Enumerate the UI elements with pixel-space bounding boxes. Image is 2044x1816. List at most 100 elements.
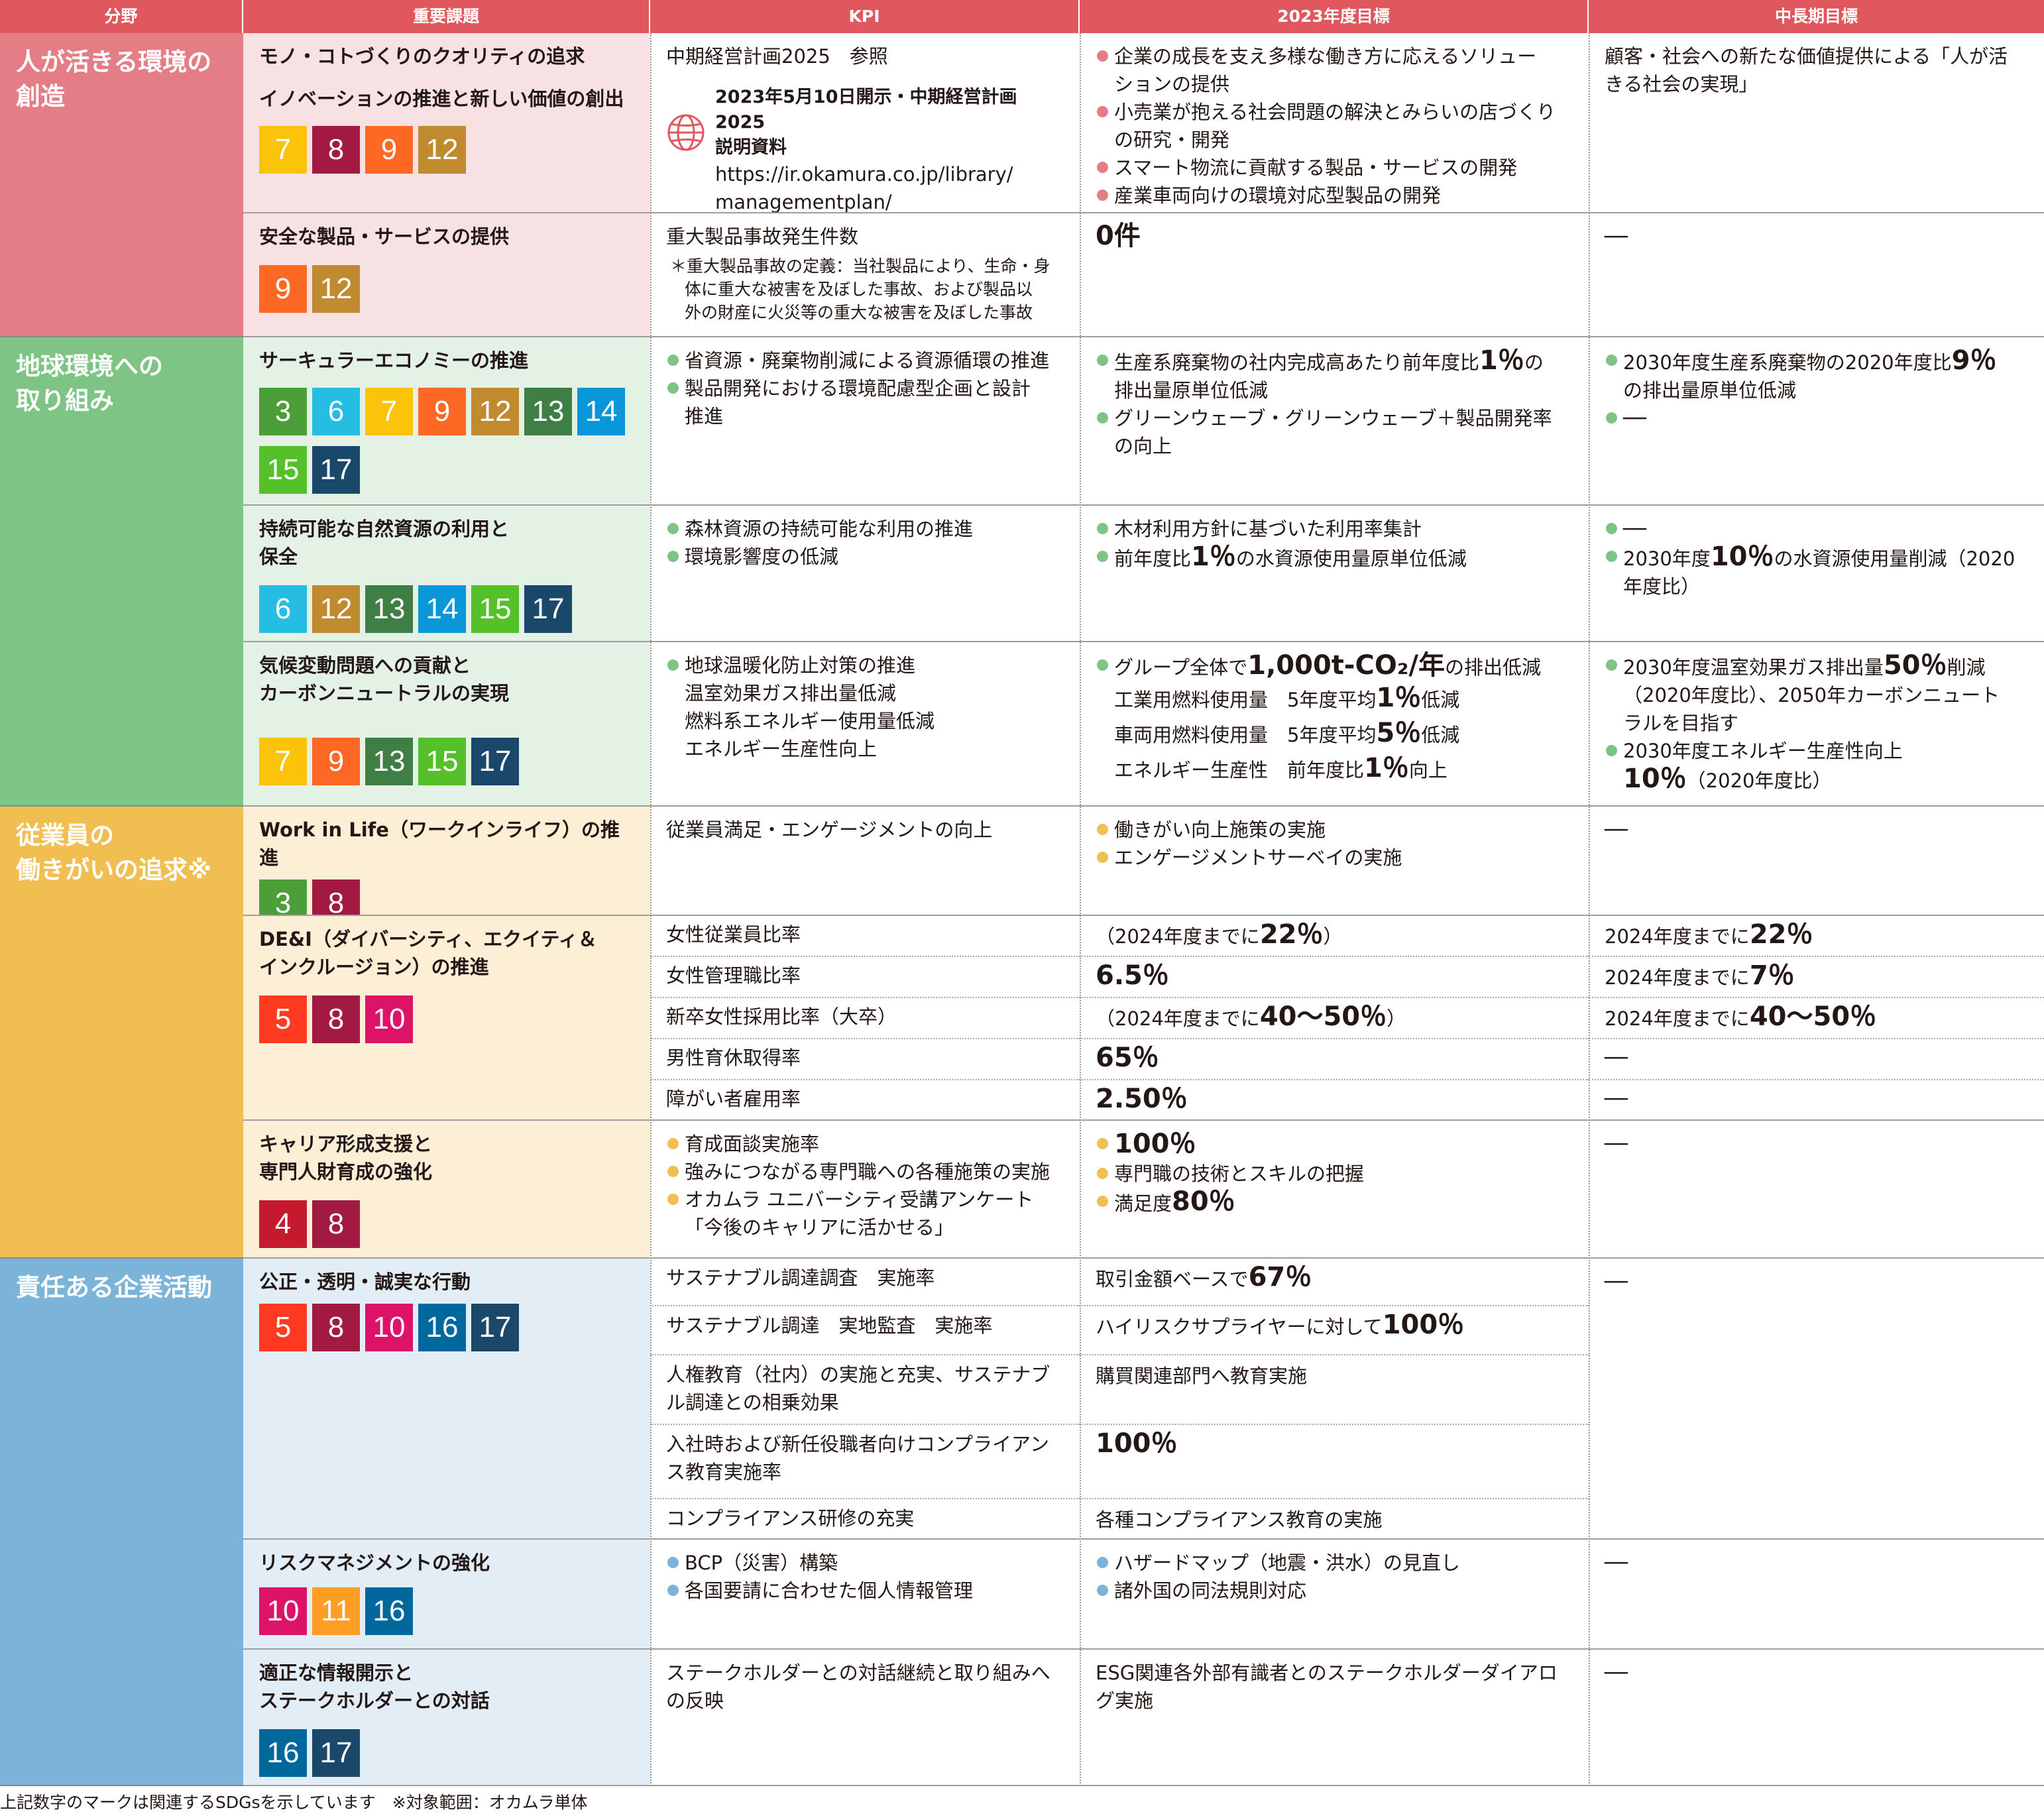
sdg-4-icon: 4 [259, 1200, 307, 1248]
bullet-icon [667, 1585, 679, 1596]
long-text: 2024年度までに [1605, 925, 1750, 948]
list-item-text: 育成面談実施率 [685, 1133, 820, 1155]
kpi-cell: 地球温暖化防止対策の推進 温室効果ガス排出量低減 燃料系エネルギー使用量低減 エ… [650, 642, 1080, 807]
topic-title: イノベーションの推進と新しい価値の創出 [259, 87, 624, 110]
target-item: グリーンウェーブ・グリーンウェーブ＋製品開発率 の向上 [1096, 404, 1573, 460]
kpi-text: 地球温暖化防止対策の推進 温室効果ガス排出量低減 燃料系エネルギー使用量低減 エ… [685, 654, 935, 760]
target-cell: 6.5％ [1080, 957, 1589, 998]
kpi-list: 省資源・廃棄物削減による資源循環の推進 製品開発における環境配慮型企画と設計 推進 [666, 347, 1064, 430]
topic-safety: 安全な製品・サービスの提供 9 12 [243, 213, 650, 337]
long-cell: ── [1589, 1540, 2044, 1650]
kpi-text: サステナブル調達調査 実施率 [666, 1267, 935, 1289]
list-item: 働きがい向上施策の実施 [1096, 816, 1573, 844]
target-text: 低減 [1421, 724, 1460, 746]
target-text: の排出低減 [1445, 656, 1542, 679]
topic-natural-resources: 持続可能な自然資源の利用と 保全 6 12 13 14 15 17 [243, 506, 650, 642]
sdg-icons: 7 8 9 12 [259, 126, 637, 174]
target-number: 2.50％ [1096, 1084, 1188, 1114]
target-text: 低減 [1421, 689, 1460, 711]
long-item: ── [1605, 404, 2028, 432]
list-item: 省資源・廃棄物削減による資源循環の推進 [666, 347, 1064, 374]
sdg-icons: 16 17 [259, 1729, 637, 1777]
sdg-3-icon: 3 [259, 388, 307, 435]
bullet-icon [1097, 1557, 1108, 1568]
sdg-11-icon: 11 [312, 1587, 360, 1635]
target-cell: 各種コンプライアンス教育の実施 [1080, 1499, 1589, 1540]
topic-disclosure: 適正な情報開示と ステークホルダーとの対話 16 17 [243, 1650, 650, 1786]
sdg-8-icon: 8 [312, 880, 360, 915]
long-text: 2030年度 [1623, 547, 1711, 570]
target-number: 5％ [1376, 718, 1422, 748]
long-text: 2030年度生産系廃棄物の2020年度比 [1623, 351, 1952, 374]
column-divider [650, 33, 652, 1786]
column-divider [1080, 33, 1081, 1786]
target-text: 車両用燃料使用量 5年度平均 [1114, 724, 1377, 746]
bullet-icon [1097, 1585, 1108, 1596]
list-item-text: 小売業が抱える社会問題の解決とみらいの店づくり の研究・開発 [1114, 101, 1556, 151]
sdg-8-icon: 8 [312, 995, 360, 1043]
sdg-10-icon: 10 [259, 1587, 307, 1635]
list-item-text: スマート物流に貢献する製品・サービスの開発 [1114, 156, 1518, 179]
list-item: 製品開発における環境配慮型企画と設計 推進 [666, 374, 1064, 430]
sdg-icons: 7 9 13 15 17 [259, 738, 637, 785]
bullet-icon [667, 1138, 679, 1149]
kpi-text: 重大製品事故発生件数 [666, 225, 859, 248]
bullet-icon [667, 355, 679, 366]
topic-title: 安全な製品・サービスの提供 [259, 225, 510, 248]
target-text: 専門職の技術とスキルの把握 [1114, 1163, 1365, 1185]
target-text: の水資源使用量原単位低減 [1235, 547, 1467, 570]
target-number: 67％ [1248, 1262, 1312, 1292]
list-item: オカムラ ユニバーシティ受講アンケート 「今後のキャリアに活かせる」 [666, 1186, 1064, 1241]
link-url[interactable]: https://ir.okamura.co.jp/library/ manage… [715, 160, 1064, 212]
kpi-cell: BCP（災害）構築各国要請に合わせた個人情報管理 [650, 1540, 1080, 1650]
list-item-text: BCP（災害）構築 [685, 1552, 838, 1574]
list-item-text: 環境影響度の低減 [685, 545, 839, 568]
kpi-cell: 森林資源の持続可能な利用の推進 環境影響度の低減 [650, 506, 1080, 642]
sdg-icons: 10 11 16 [259, 1587, 637, 1635]
kpi-cell: 中期経営計画2025 参照 2023年5月10日開示・中期経営計画2025 説明… [650, 33, 1080, 213]
bullet-icon [1097, 162, 1108, 173]
target-text: 満足度 [1114, 1192, 1172, 1215]
target-number: 1％ [1376, 683, 1422, 713]
sdg-15-icon: 15 [259, 446, 307, 494]
target-cell: 100％ 専門職の技術とスキルの把握 満足度80％ [1080, 1121, 1589, 1259]
topic-career: キャリア形成支援と 専門人財育成の強化 48 [243, 1121, 650, 1259]
sdg-6-icon: 6 [312, 388, 360, 435]
list-item: 企業の成長を支え多様な働き方に応えるソリュー ションの提供 [1096, 42, 1573, 98]
long-cell: 2024年度までに40～50％ [1589, 998, 2044, 1039]
list-item-text: 働きがい向上施策の実施 [1114, 819, 1326, 841]
long-text: ── [1605, 225, 1628, 248]
target-cell: 生産系廃棄物の社内完成高あたり前年度比1％の 排出量原単位低減 グリーンウェーブ… [1080, 337, 1589, 506]
target-number: 6.5％ [1096, 960, 1169, 991]
target-list: ハザードマップ（地震・洪水）の見直し 諸外国の同法規則対応 [1096, 1549, 1573, 1605]
kpi-text: 新卒女性採用比率（大卒） [666, 1005, 897, 1028]
list-item: 環境影響度の低減 [666, 543, 1064, 571]
sdg-icons: 9 12 [259, 265, 637, 313]
bullet-icon [1097, 190, 1108, 201]
target-cell: グループ全体で1,000t-CO₂/年の排出低減 工業用燃料使用量 5年度平均1… [1080, 642, 1589, 807]
long-text: ── [1605, 1133, 1628, 1155]
long-number: 10％ [1710, 541, 1774, 572]
topic-title: 公正・透明・誠実な行動 [259, 1271, 471, 1293]
bullet-icon [1097, 824, 1108, 835]
long-cell: ── [1589, 1650, 2044, 1786]
target-text: 前年度比 [1114, 547, 1192, 570]
list-item-text: 各国要請に合わせた個人情報管理 [685, 1579, 974, 1602]
sdg-13-icon: 13 [524, 388, 572, 435]
sdg-15-icon: 15 [471, 585, 519, 633]
category-environment: 地球環境への 取り組み [0, 337, 243, 807]
sdg-8-icon: 8 [312, 126, 360, 174]
sdg-17-icon: 17 [524, 585, 572, 633]
list-item: 強みにつながる専門職への各種施策の実施 [666, 1158, 1064, 1186]
list-item: 諸外国の同法規則対応 [1096, 1577, 1573, 1605]
topic-dei: DE&I（ダイバーシティ、エクイティ＆ インクルージョン）の推進 5 8 10 [243, 916, 650, 1121]
long-text: 2024年度までに [1605, 966, 1750, 989]
sdg-9-icon: 9 [312, 738, 360, 785]
target-text: グリーンウェーブ・グリーンウェーブ＋製品開発率 の向上 [1114, 407, 1552, 457]
column-divider [1589, 33, 1590, 1786]
topic-title: 気候変動問題への貢献と カーボンニュートラルの実現 [259, 654, 510, 705]
long-text: の排出量原単位低減 [1623, 379, 1797, 402]
target-cell: 取引金額ベースで67％ [1080, 1259, 1589, 1306]
kpi-list: BCP（災害）構築各国要請に合わせた個人情報管理 [666, 1549, 1064, 1605]
kpi-text: 女性従業員比率 [666, 923, 801, 946]
